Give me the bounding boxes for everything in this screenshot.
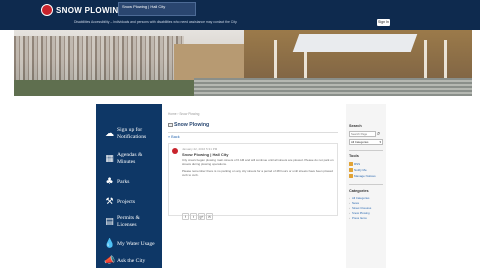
sidebar-item-label: Minutes <box>117 159 136 165</box>
category-link[interactable]: News <box>349 201 359 205</box>
tool-manage-notices[interactable]: Manage Notices <box>349 174 376 179</box>
rss-icon <box>349 162 353 166</box>
sidebar-item-label: Parks <box>117 179 130 185</box>
category-link[interactable]: Press Items <box>349 216 367 220</box>
right-sidebar: Search ⌕ All Categories ▾ Tools RSS Noti… <box>346 104 386 268</box>
notify-icon <box>349 168 353 172</box>
tools-heading: Tools <box>349 154 359 158</box>
twitter-share-button[interactable]: t <box>190 213 197 220</box>
post-paragraph: Please remember there is no parking on a… <box>182 169 333 177</box>
post-avatar-icon <box>172 148 178 154</box>
google-share-button[interactable]: g+ <box>198 213 205 220</box>
category-select-value: All Categories <box>351 140 369 144</box>
page-title: Snow Plowing <box>168 122 209 128</box>
main-content: Home › Snow Plowing Snow Plowing « Back … <box>164 104 344 268</box>
sidebar-item-ask-city[interactable]: 📣 Ask the City <box>96 254 162 268</box>
news-post: January 22, 2016 5:31 PM Snow Plowing | … <box>168 143 338 220</box>
divider <box>349 184 383 185</box>
categories-heading: Categories <box>349 189 369 193</box>
title-divider <box>168 132 338 133</box>
post-body: City crews began plowing main streets of… <box>182 158 336 180</box>
post-date: January 22, 2016 5:31 PM <box>182 147 218 151</box>
sidebar-item-label: My Water Usage <box>117 241 155 247</box>
search-heading: Search <box>349 124 362 128</box>
sidebar-item-label: Agendas & <box>117 152 143 158</box>
sidebar-item-label: Projects <box>117 199 136 205</box>
top-bar: SNOW PLOWING Snow Plowing | Hall City Di… <box>0 0 480 30</box>
category-link[interactable]: All Categories <box>349 196 369 200</box>
tool-label: Manage Notices <box>354 174 376 178</box>
sidebar-nav: ☁ Sign up for Notifications ▦ Agendas & … <box>96 104 162 268</box>
permit-icon: ▤ <box>105 217 114 227</box>
building-column <box>444 40 447 80</box>
sidebar-item-label: Sign up for <box>117 127 143 133</box>
divider <box>349 150 383 151</box>
tool-notify-me[interactable]: Notify Me <box>349 168 367 173</box>
sidebar-item-parks[interactable]: ♣ Parks <box>96 174 162 196</box>
page-icon <box>168 122 173 127</box>
building-column <box>424 40 427 80</box>
sidebar-item-label: Licenses <box>117 222 137 228</box>
search-icon[interactable]: ⌕ <box>377 130 383 137</box>
category-select[interactable]: All Categories ▾ <box>349 139 383 145</box>
accessibility-notice: Disabilities Accessibility – Individuals… <box>74 20 238 24</box>
post-title: Snow Plowing | Hall City <box>182 152 229 157</box>
chevron-down-icon: ▾ <box>379 140 381 144</box>
sidebar-item-label: Permits & <box>117 215 140 221</box>
page-title-text: Snow Plowing <box>174 122 210 128</box>
banner-trees <box>14 36 184 80</box>
category-link[interactable]: Street Closures <box>349 206 371 210</box>
page-tab[interactable]: Snow Plowing | Hall City <box>118 2 196 16</box>
water-drop-icon: 💧 <box>104 239 116 249</box>
page-tab-label: Snow Plowing | Hall City <box>122 4 166 9</box>
banner-canopy <box>292 34 418 52</box>
manage-icon <box>349 174 353 178</box>
banner-building-left <box>174 44 244 82</box>
sidebar-item-notifications[interactable]: ☁ Sign up for Notifications <box>96 124 162 146</box>
banner-lawn <box>14 80 214 96</box>
sidebar-item-permits[interactable]: ▤ Permits & Licenses <box>96 212 162 234</box>
breadcrumb[interactable]: Home › Snow Plowing <box>168 112 199 116</box>
banner-photo <box>14 30 472 96</box>
post-paragraph: City crews began plowing main streets of… <box>182 158 334 166</box>
building-column <box>274 40 277 80</box>
search-input[interactable] <box>349 131 376 137</box>
sidebar-item-label: Notifications <box>117 134 147 140</box>
site-title[interactable]: SNOW PLOWING <box>56 6 125 15</box>
category-link[interactable]: Snow Plowing <box>349 211 370 215</box>
cloud-icon: ☁ <box>105 129 114 139</box>
share-buttons: f t g+ ✉ <box>182 205 214 220</box>
banner-steps <box>194 78 472 96</box>
email-share-button[interactable]: ✉ <box>206 213 213 220</box>
tool-rss[interactable]: RSS <box>349 162 360 167</box>
megaphone-icon: 📣 <box>104 256 116 266</box>
sidebar-item-agendas[interactable]: ▦ Agendas & Minutes <box>96 149 162 171</box>
sign-in-button[interactable]: Sign In <box>377 19 390 26</box>
park-icon: ♣ <box>105 177 114 187</box>
projects-icon: ⚒ <box>105 197 114 207</box>
tool-label: Notify Me <box>354 168 367 172</box>
calendar-icon: ▦ <box>105 154 114 164</box>
sidebar-item-label: Ask the City <box>117 258 146 264</box>
tool-label: RSS <box>354 162 361 166</box>
back-link[interactable]: « Back <box>168 135 180 139</box>
facebook-share-button[interactable]: f <box>182 213 189 220</box>
city-logo-icon[interactable] <box>41 4 53 16</box>
